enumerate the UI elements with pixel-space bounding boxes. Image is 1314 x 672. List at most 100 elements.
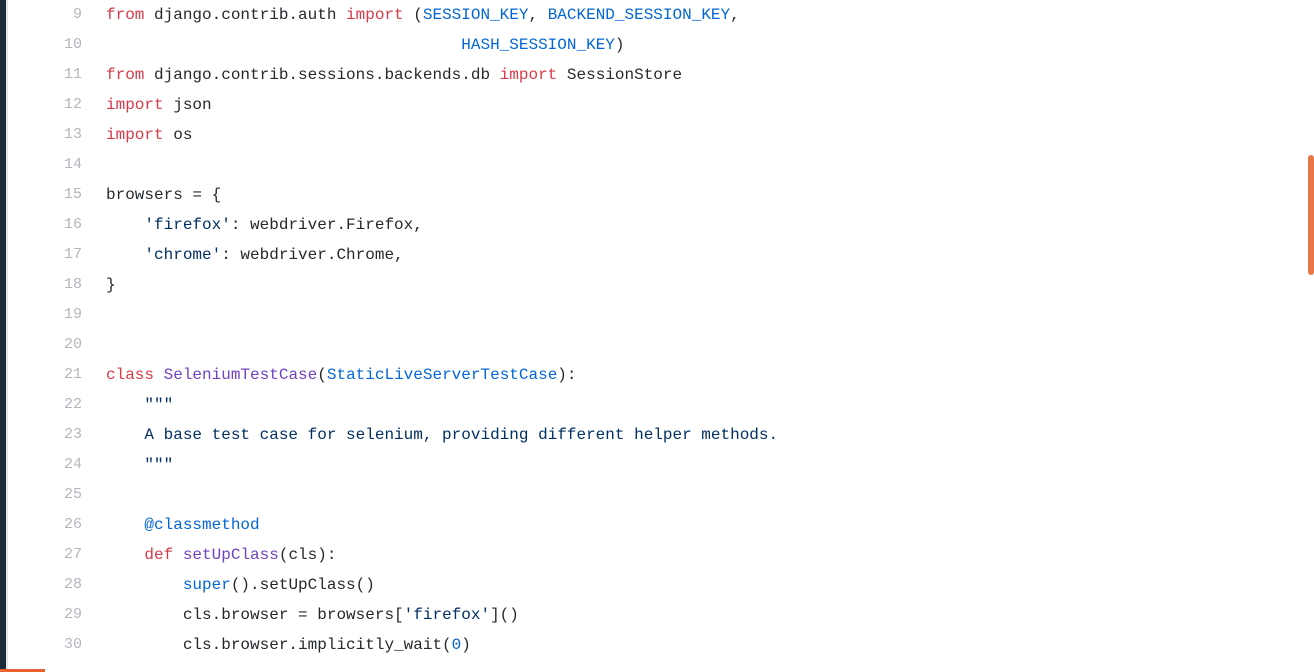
line-number[interactable]: 9 bbox=[16, 0, 106, 30]
code-token: import bbox=[346, 6, 404, 24]
code-token bbox=[106, 516, 144, 534]
line-number[interactable]: 28 bbox=[16, 570, 106, 600]
code-token: import bbox=[106, 126, 164, 144]
code-token: cls.browser.implicitly_wait( bbox=[106, 636, 452, 654]
code-table: 9from django.contrib.auth import (SESSIO… bbox=[16, 0, 1306, 660]
code-line[interactable]: 22 """ bbox=[16, 390, 1306, 420]
code-content[interactable]: from django.contrib.auth import (SESSION… bbox=[106, 0, 1306, 30]
code-content[interactable]: import json bbox=[106, 90, 1306, 120]
code-line[interactable]: 26 @classmethod bbox=[16, 510, 1306, 540]
vertical-scrollbar-thumb[interactable] bbox=[1308, 155, 1314, 275]
line-number[interactable]: 10 bbox=[16, 30, 106, 60]
code-token: ]() bbox=[490, 606, 519, 624]
code-token: from bbox=[106, 6, 144, 24]
code-token bbox=[106, 456, 144, 474]
code-token: } bbox=[106, 276, 116, 294]
code-token: SESSION_KEY bbox=[423, 6, 529, 24]
code-area[interactable]: 9from django.contrib.auth import (SESSIO… bbox=[16, 0, 1306, 672]
line-number[interactable]: 18 bbox=[16, 270, 106, 300]
code-token: HASH_SESSION_KEY bbox=[461, 36, 615, 54]
line-number[interactable]: 15 bbox=[16, 180, 106, 210]
line-number[interactable]: 29 bbox=[16, 600, 106, 630]
code-token: from bbox=[106, 66, 144, 84]
code-line[interactable]: 29 cls.browser = browsers['firefox']() bbox=[16, 600, 1306, 630]
line-number[interactable]: 24 bbox=[16, 450, 106, 480]
code-content[interactable]: class SeleniumTestCase(StaticLiveServerT… bbox=[106, 360, 1306, 390]
code-content[interactable]: } bbox=[106, 270, 1306, 300]
code-line[interactable]: 10 HASH_SESSION_KEY) bbox=[16, 30, 1306, 60]
code-line[interactable]: 16 'firefox': webdriver.Firefox, bbox=[16, 210, 1306, 240]
code-line[interactable]: 25 bbox=[16, 480, 1306, 510]
line-number[interactable]: 26 bbox=[16, 510, 106, 540]
code-line[interactable]: 13import os bbox=[16, 120, 1306, 150]
line-number[interactable]: 13 bbox=[16, 120, 106, 150]
code-line[interactable]: 24 """ bbox=[16, 450, 1306, 480]
line-number[interactable]: 23 bbox=[16, 420, 106, 450]
code-token: 0 bbox=[452, 636, 462, 654]
line-number[interactable]: 22 bbox=[16, 390, 106, 420]
code-content[interactable] bbox=[106, 480, 1306, 510]
line-number[interactable]: 11 bbox=[16, 60, 106, 90]
code-content[interactable]: browsers = { bbox=[106, 180, 1306, 210]
code-token: """ bbox=[144, 456, 173, 474]
code-line[interactable]: 12import json bbox=[16, 90, 1306, 120]
code-line[interactable]: 9from django.contrib.auth import (SESSIO… bbox=[16, 0, 1306, 30]
code-token bbox=[173, 546, 183, 564]
line-number[interactable]: 19 bbox=[16, 300, 106, 330]
code-token: ) bbox=[615, 36, 625, 54]
code-content[interactable]: HASH_SESSION_KEY) bbox=[106, 30, 1306, 60]
code-token: 'firefox' bbox=[144, 216, 230, 234]
code-token: ( bbox=[317, 366, 327, 384]
line-number[interactable]: 20 bbox=[16, 330, 106, 360]
gutter-border bbox=[6, 0, 14, 672]
code-content[interactable]: 'firefox': webdriver.Firefox, bbox=[106, 210, 1306, 240]
code-token: cls.browser = browsers[ bbox=[106, 606, 404, 624]
code-token: """ bbox=[144, 396, 173, 414]
code-content[interactable]: cls.browser.implicitly_wait(0) bbox=[106, 630, 1306, 660]
code-content[interactable]: from django.contrib.sessions.backends.db… bbox=[106, 60, 1306, 90]
code-content[interactable]: 'chrome': webdriver.Chrome, bbox=[106, 240, 1306, 270]
code-line[interactable]: 18} bbox=[16, 270, 1306, 300]
code-token: , bbox=[730, 6, 740, 24]
code-token: A base test case for selenium, providing… bbox=[106, 426, 778, 444]
code-line[interactable]: 27 def setUpClass(cls): bbox=[16, 540, 1306, 570]
code-content[interactable] bbox=[106, 330, 1306, 360]
code-content[interactable]: import os bbox=[106, 120, 1306, 150]
code-token: import bbox=[500, 66, 558, 84]
code-line[interactable]: 20 bbox=[16, 330, 1306, 360]
code-line[interactable]: 14 bbox=[16, 150, 1306, 180]
line-number[interactable]: 25 bbox=[16, 480, 106, 510]
code-token: browsers = { bbox=[106, 186, 221, 204]
code-token: StaticLiveServerTestCase bbox=[327, 366, 557, 384]
code-line[interactable]: 15browsers = { bbox=[16, 180, 1306, 210]
code-line[interactable]: 11from django.contrib.sessions.backends.… bbox=[16, 60, 1306, 90]
line-number[interactable]: 27 bbox=[16, 540, 106, 570]
code-content[interactable]: """ bbox=[106, 390, 1306, 420]
line-number[interactable]: 17 bbox=[16, 240, 106, 270]
code-token: 'firefox' bbox=[404, 606, 490, 624]
code-line[interactable]: 28 super().setUpClass() bbox=[16, 570, 1306, 600]
line-number[interactable]: 16 bbox=[16, 210, 106, 240]
code-token bbox=[106, 36, 461, 54]
code-content[interactable]: A base test case for selenium, providing… bbox=[106, 420, 1306, 450]
code-content[interactable]: cls.browser = browsers['firefox']() bbox=[106, 600, 1306, 630]
code-line[interactable]: 19 bbox=[16, 300, 1306, 330]
code-line[interactable]: 30 cls.browser.implicitly_wait(0) bbox=[16, 630, 1306, 660]
code-content[interactable]: @classmethod bbox=[106, 510, 1306, 540]
code-content[interactable]: def setUpClass(cls): bbox=[106, 540, 1306, 570]
code-token: import bbox=[106, 96, 164, 114]
code-token: super bbox=[183, 576, 231, 594]
code-content[interactable]: """ bbox=[106, 450, 1306, 480]
code-line[interactable]: 23 A base test case for selenium, provid… bbox=[16, 420, 1306, 450]
code-token: , bbox=[528, 6, 547, 24]
line-number[interactable]: 12 bbox=[16, 90, 106, 120]
line-number[interactable]: 14 bbox=[16, 150, 106, 180]
code-content[interactable] bbox=[106, 150, 1306, 180]
line-number[interactable]: 30 bbox=[16, 630, 106, 660]
code-line[interactable]: 17 'chrome': webdriver.Chrome, bbox=[16, 240, 1306, 270]
line-number[interactable]: 21 bbox=[16, 360, 106, 390]
code-content[interactable]: super().setUpClass() bbox=[106, 570, 1306, 600]
code-line[interactable]: 21class SeleniumTestCase(StaticLiveServe… bbox=[16, 360, 1306, 390]
code-token: 'chrome' bbox=[144, 246, 221, 264]
code-content[interactable] bbox=[106, 300, 1306, 330]
